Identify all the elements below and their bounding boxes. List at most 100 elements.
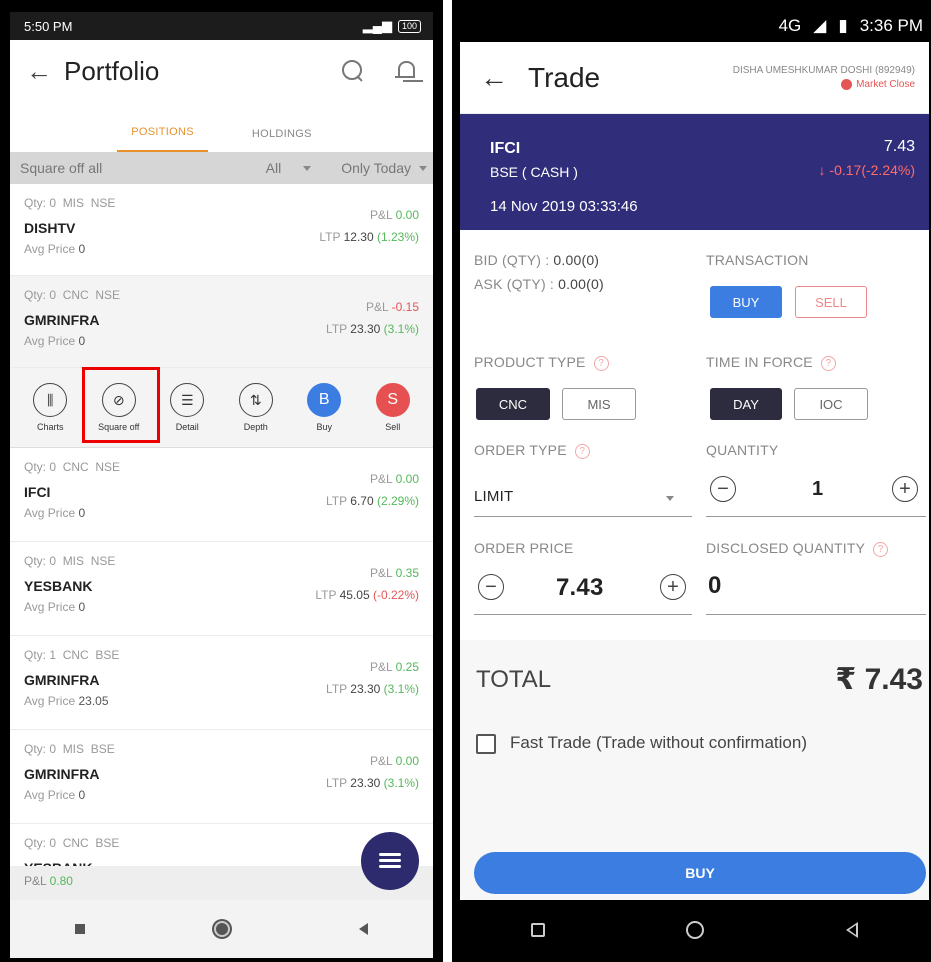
product-type-text: PRODUCT TYPE: [474, 354, 586, 370]
filter-bar: Square off all All Only Today: [10, 152, 433, 184]
transaction-buy-button[interactable]: BUY: [710, 286, 782, 318]
quantity-label: QUANTITY: [706, 442, 779, 458]
help-icon[interactable]: ?: [593, 355, 609, 371]
help-icon[interactable]: ?: [873, 541, 889, 557]
bell-icon[interactable]: [393, 59, 417, 83]
recents-icon[interactable]: [74, 924, 85, 934]
order-type-select[interactable]: LIMIT: [474, 488, 513, 505]
position-exchange: NSE: [90, 554, 116, 568]
period-dropdown[interactable]: Only Today: [341, 160, 427, 176]
square-off-all-button[interactable]: Square off all: [20, 160, 236, 176]
ltp-value: 23.30: [350, 322, 381, 336]
fast-trade-label: Fast Trade (Trade without confirmation): [510, 733, 807, 752]
avg-value: 23.05: [78, 694, 109, 708]
pl-value: 0.00: [395, 754, 419, 768]
home-icon[interactable]: [686, 921, 705, 939]
charts-icon: ⫼: [33, 383, 68, 417]
buy-label: Buy: [316, 422, 332, 432]
fast-trade-checkbox[interactable]: [476, 734, 496, 754]
price-plus-icon[interactable]: +: [660, 574, 686, 600]
quantity-input[interactable]: 1: [812, 478, 823, 501]
ltp-value: 23.30: [350, 682, 381, 696]
position-qty: Qty: 0: [24, 460, 57, 474]
ask-info: ASK (QTY) : 0.00(0): [474, 276, 604, 292]
pl-label: P&L: [370, 208, 393, 222]
quantity-minus-icon[interactable]: −: [710, 476, 736, 502]
app-header: ← Trade DISHA UMESHKUMAR DOSHI (892949) …: [460, 42, 929, 114]
price-minus-icon[interactable]: −: [478, 574, 504, 600]
instrument-price: 7.43: [883, 138, 915, 155]
exchange-dropdown[interactable]: All: [266, 160, 312, 176]
position-qty: Qty: 0: [24, 836, 57, 850]
home-icon[interactable]: [213, 921, 230, 937]
help-icon[interactable]: ?: [574, 443, 590, 459]
status-bar: 5:50 PM ▂▄▆ 100: [10, 12, 433, 40]
disclosed-qty-underline: [706, 614, 926, 615]
disclosed-qty-label: DISCLOSED QUANTITY?: [706, 540, 889, 557]
position-product: MIS: [62, 742, 85, 756]
buy-submit-button[interactable]: BUY: [474, 852, 926, 894]
position-row[interactable]: Qty: 0 CNC NSE GMRINFRA Avg Price 0 P&L …: [10, 276, 433, 368]
status-icons: ▂▄▆ 100: [363, 18, 421, 34]
pl-value: -0.15: [391, 300, 419, 314]
order-price-input[interactable]: 7.43: [556, 574, 604, 602]
position-meta: Qty: 0 MIS NSE: [24, 554, 419, 568]
charts-button[interactable]: ⫼ Charts: [20, 383, 80, 432]
page-title: Trade: [528, 61, 601, 93]
buy-action-button[interactable]: B Buy: [294, 383, 354, 432]
disclosed-qty-input[interactable]: 0: [708, 572, 722, 600]
network-indicator: 4G: [778, 16, 802, 35]
transaction-sell-button[interactable]: SELL: [795, 286, 867, 318]
tif-day-button[interactable]: DAY: [710, 388, 782, 420]
ltp-change: (-0.22%): [372, 588, 419, 602]
position-meta: Qty: 0 MIS NSE: [24, 196, 419, 210]
bid-value: 0.00(0): [553, 252, 600, 268]
back-icon[interactable]: [359, 923, 369, 935]
menu-fab-button[interactable]: [361, 832, 419, 890]
ltp-change: (3.1%): [383, 322, 419, 336]
quantity-plus-icon[interactable]: +: [892, 476, 918, 502]
chevron-down-icon: [419, 165, 427, 171]
back-arrow-icon[interactable]: ←: [26, 56, 64, 87]
position-pl: P&L 0.35: [370, 566, 419, 580]
trade-screen: 4G ◢ ▮ 3:36 PM ← Trade DISHA UMESHKUMAR …: [452, 0, 931, 962]
position-row[interactable]: Qty: 0 MIS NSE DISHTV Avg Price 0 P&L 0.…: [10, 184, 433, 276]
position-ltp: LTP 45.05 (-0.22%): [315, 588, 419, 602]
product-mis-button[interactable]: MIS: [562, 388, 636, 420]
sell-action-button[interactable]: S Sell: [363, 383, 423, 432]
search-icon[interactable]: [341, 59, 365, 83]
tif-ioc-button[interactable]: IOC: [794, 388, 868, 420]
instrument-datetime: 14 Nov 2019 03:33:46: [490, 198, 638, 215]
chevron-down-icon[interactable]: [666, 496, 674, 501]
portfolio-screen: 5:50 PM ▂▄▆ 100 ← Portfolio POSITIONS HO…: [0, 0, 443, 962]
position-qty: Qty: 0: [24, 288, 57, 302]
order-type-text: ORDER TYPE: [474, 442, 567, 458]
tab-positions[interactable]: POSITIONS: [117, 126, 208, 152]
total-value: ₹ 7.43: [835, 663, 923, 696]
disclosed-qty-text: DISCLOSED QUANTITY: [706, 540, 866, 556]
system-nav-bar: [10, 900, 433, 958]
position-pl: P&L 0.00: [370, 754, 419, 768]
position-row[interactable]: Qty: 1 CNC BSE GMRINFRA Avg Price 23.05 …: [10, 636, 433, 730]
tab-holdings[interactable]: HOLDINGS: [238, 128, 326, 152]
position-exchange: NSE: [95, 460, 121, 474]
order-type-label: ORDER TYPE?: [474, 442, 590, 459]
position-row[interactable]: Qty: 0 CNC NSE IFCI Avg Price 0 P&L 0.00…: [10, 448, 433, 542]
position-meta: Qty: 0 MIS BSE: [24, 742, 419, 756]
recents-icon[interactable]: [530, 923, 545, 937]
order-type-underline: [474, 516, 692, 517]
pl-value: 0.00: [395, 472, 419, 486]
position-product: MIS: [62, 196, 85, 210]
position-row[interactable]: Qty: 0 MIS NSE YESBANK Avg Price 0 P&L 0…: [10, 542, 433, 636]
help-icon[interactable]: ?: [820, 355, 836, 371]
position-qty: Qty: 0: [24, 196, 57, 210]
back-arrow-icon[interactable]: ←: [480, 62, 528, 94]
detail-button[interactable]: ☰ Detail: [157, 383, 217, 432]
avg-label: Avg Price: [24, 242, 76, 256]
position-avg: Avg Price 0: [24, 600, 419, 614]
product-cnc-button[interactable]: CNC: [476, 388, 550, 420]
position-row[interactable]: Qty: 0 MIS BSE GMRINFRA Avg Price 0 P&L …: [10, 730, 433, 824]
position-action-bar: ⫼ Charts ⊘ Square off ☰ Detail ⇅ Depth B Buy …: [10, 368, 433, 448]
back-icon[interactable]: [846, 922, 859, 938]
depth-button[interactable]: ⇅ Depth: [226, 383, 286, 432]
